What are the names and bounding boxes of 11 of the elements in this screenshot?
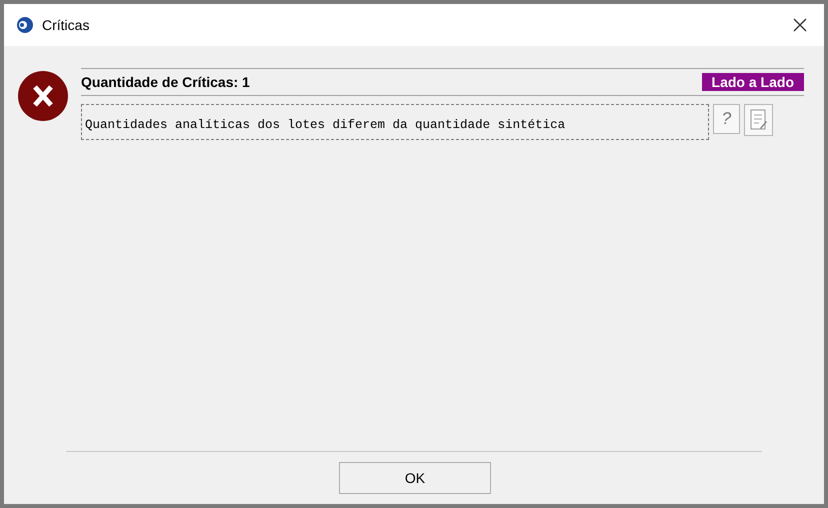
notes-button[interactable]	[744, 104, 773, 136]
app-logo-icon	[16, 16, 34, 34]
help-button[interactable]: ?	[713, 104, 740, 134]
notepad-icon	[750, 109, 768, 131]
ok-button[interactable]: OK	[339, 462, 491, 494]
window-title: Críticas	[42, 16, 90, 34]
close-icon	[793, 18, 807, 32]
header-title: Quantidade de Críticas: 1	[81, 72, 250, 92]
error-icon	[17, 70, 69, 122]
message-field: Quantidades analíticas dos lotes diferem da quantidade sintética	[81, 104, 709, 140]
side-by-side-button[interactable]: Lado a Lado	[702, 73, 804, 91]
